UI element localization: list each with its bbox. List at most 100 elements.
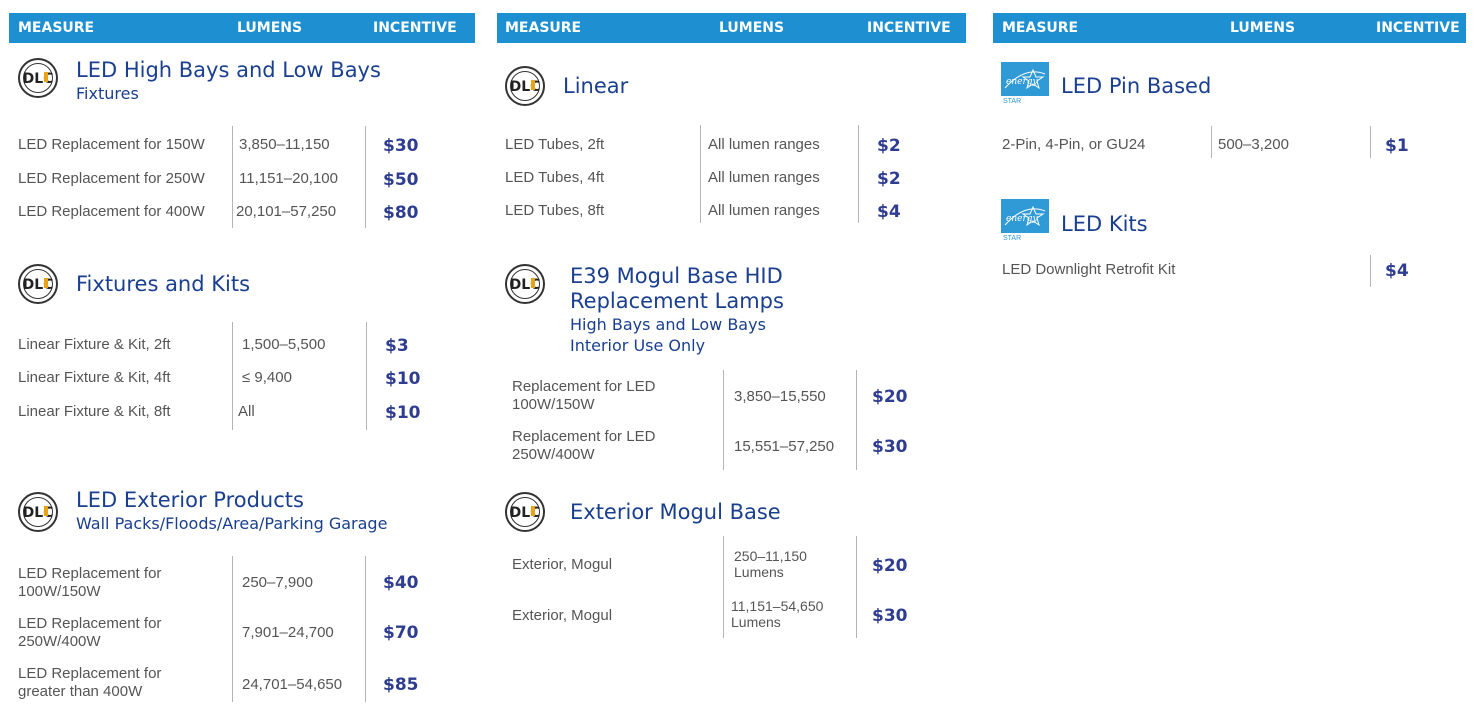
- incentive-cell: $2: [877, 169, 901, 189]
- lumens-line: Lumens: [731, 614, 781, 630]
- title-text: LED Exterior Products: [76, 488, 304, 512]
- table-row: Replacement for LED 100W/150W 3,850–15,5…: [512, 378, 972, 418]
- dlc-logo-icon: DLC: [18, 492, 58, 532]
- incentive-cell: $10: [385, 403, 421, 423]
- lumens-cell: All lumen ranges: [708, 169, 820, 186]
- incentive-cell: $3: [385, 336, 409, 356]
- lumens-cell: 11,151–54,650 Lumens: [731, 598, 823, 630]
- incentive-cell: $20: [872, 387, 908, 407]
- lumens-cell: All lumen ranges: [708, 202, 820, 219]
- table-header: MEASURE LUMENS INCENTIVE: [993, 13, 1466, 43]
- measure-cell: LED Replacement for 150W: [18, 136, 205, 153]
- section-title: LED Pin Based: [1061, 74, 1212, 98]
- lumens-line: Lumens: [734, 564, 784, 580]
- title-line: E39 Mogul Base HID: [570, 264, 783, 288]
- lumens-cell: 24,701–54,650: [242, 676, 343, 693]
- section-title: LED High Bays and Low Bays Fixtures: [76, 58, 381, 104]
- table-row: LED Replacement for 400W 20,101–57,250 $…: [18, 203, 478, 223]
- header-lumens: LUMENS: [237, 20, 303, 36]
- section-title: E39 Mogul Base HID Replacement Lamps Hig…: [570, 264, 784, 356]
- measure-line: greater than 400W: [18, 683, 143, 700]
- header-lumens: LUMENS: [719, 20, 785, 36]
- header-incentive: INCENTIVE: [373, 20, 457, 36]
- lumens-cell: All lumen ranges: [708, 136, 820, 153]
- measure-cell: Linear Fixture & Kit, 8ft: [18, 403, 171, 420]
- svg-text:DLC: DLC: [510, 79, 541, 95]
- dlc-logo-icon: DLC: [505, 264, 545, 304]
- table-row: LED Replacement for greater than 400W 24…: [18, 665, 478, 705]
- section-linear: DLC Linear: [505, 66, 965, 106]
- measure-cell: LED Tubes, 2ft: [505, 136, 605, 153]
- table-row: Linear Fixture & Kit, 2ft 1,500–5,500 $3: [18, 336, 478, 356]
- incentive-cell: $10: [385, 369, 421, 389]
- column-3: MEASURE LUMENS INCENTIVE: [993, 13, 1466, 43]
- column-2: MEASURE LUMENS INCENTIVE: [497, 13, 966, 43]
- measure-cell: LED Replacement for 250W/400W: [18, 615, 161, 651]
- energy-star-bar: ENERGY STAR: [1001, 226, 1049, 243]
- measure-line: LED Replacement for: [18, 565, 162, 582]
- measure-cell: LED Replacement for 250W: [18, 170, 205, 187]
- table-row: Linear Fixture & Kit, 8ft All $10: [18, 403, 478, 423]
- lumens-cell: 11,151–20,100: [239, 170, 338, 187]
- lumens-cell: 7,901–24,700: [242, 624, 334, 641]
- incentive-cell: $30: [872, 437, 908, 457]
- measure-cell: LED Tubes, 8ft: [505, 202, 605, 219]
- measure-line: 100W/150W: [512, 396, 595, 413]
- header-lumens: LUMENS: [1230, 20, 1296, 36]
- section-exterior-products: DLC LED Exterior Products Wall Packs/Flo…: [18, 488, 478, 538]
- svg-text:DLC: DLC: [23, 277, 54, 293]
- measure-line: 100W/150W: [18, 583, 101, 600]
- energy-star-logo-icon: energy ENERGY STAR: [1001, 199, 1049, 243]
- incentive-cell: $50: [383, 170, 419, 190]
- incentive-cell: $1: [1385, 136, 1409, 156]
- measure-line: 250W/400W: [18, 633, 101, 650]
- table-row: Replacement for LED 250W/400W 15,551–57,…: [512, 428, 972, 468]
- measure-cell: Linear Fixture & Kit, 4ft: [18, 369, 171, 386]
- header-measure: MEASURE: [505, 20, 582, 36]
- measure-cell: LED Replacement for 100W/150W: [18, 565, 161, 601]
- table-row: LED Tubes, 8ft All lumen ranges $4: [505, 202, 965, 222]
- section-pin-based: energy ENERGY STAR LED Pin Based: [1001, 62, 1461, 108]
- lumens-cell: 250–7,900: [242, 574, 313, 591]
- energy-star-text: ENERGY STAR: [1003, 89, 1033, 105]
- table-row: 2-Pin, 4-Pin, or GU24 500–3,200 $1: [1002, 136, 1462, 156]
- title-line: Replacement Lamps: [570, 289, 784, 313]
- incentive-cell: $70: [383, 623, 419, 643]
- lumens-line: 11,151–54,650: [731, 598, 824, 614]
- lumens-cell: ≤ 9,400: [242, 369, 292, 386]
- table-row: LED Replacement for 150W 3,850–11,150 $3…: [18, 136, 478, 156]
- incentive-cell: $30: [383, 136, 419, 156]
- measure-line: LED Replacement for: [18, 615, 162, 632]
- lumens-cell: 250–11,150 Lumens: [734, 548, 807, 580]
- svg-text:DLC: DLC: [23, 71, 54, 87]
- incentive-cell: $40: [383, 573, 419, 593]
- incentive-cell: $85: [383, 675, 419, 695]
- lumens-cell: All: [238, 403, 255, 420]
- section-subtitle: High Bays and Low Bays: [570, 315, 766, 334]
- section-fixtures-kits: DLC Fixtures and Kits: [18, 264, 478, 304]
- section-e39-mogul: DLC E39 Mogul Base HID Replacement Lamps…: [505, 264, 965, 364]
- measure-cell: LED Downlight Retrofit Kit: [1002, 261, 1176, 278]
- lumens-line: 250–11,150: [734, 548, 807, 564]
- energy-star-logo-icon: energy ENERGY STAR: [1001, 62, 1049, 106]
- measure-line: 250W/400W: [512, 446, 595, 463]
- measure-cell: Linear Fixture & Kit, 2ft: [18, 336, 171, 353]
- table-row: LED Downlight Retrofit Kit $4: [1002, 261, 1462, 281]
- energy-star-text: ENERGY STAR: [1003, 226, 1033, 242]
- lumens-cell: 20,101–57,250: [236, 203, 337, 220]
- table-row: LED Replacement for 100W/150W 250–7,900 …: [18, 565, 478, 605]
- lumens-cell: 3,850–15,550: [734, 388, 826, 405]
- table-row: LED Tubes, 4ft All lumen ranges $2: [505, 169, 965, 189]
- measure-cell: Replacement for LED 250W/400W: [512, 428, 655, 464]
- section-title: Fixtures and Kits: [76, 272, 251, 296]
- dlc-logo-icon: DLC: [18, 58, 58, 98]
- section-title: LED Kits: [1061, 212, 1148, 236]
- measure-cell: LED Replacement for greater than 400W: [18, 665, 161, 701]
- header-measure: MEASURE: [1002, 20, 1079, 36]
- section-title: LED Exterior Products Wall Packs/Floods/…: [76, 488, 387, 534]
- header-incentive: INCENTIVE: [1376, 20, 1460, 36]
- table-header: MEASURE LUMENS INCENTIVE: [497, 13, 966, 43]
- incentive-cell: $80: [383, 203, 419, 223]
- measure-cell: Exterior, Mogul: [512, 556, 613, 573]
- measure-cell: Replacement for LED 100W/150W: [512, 378, 655, 414]
